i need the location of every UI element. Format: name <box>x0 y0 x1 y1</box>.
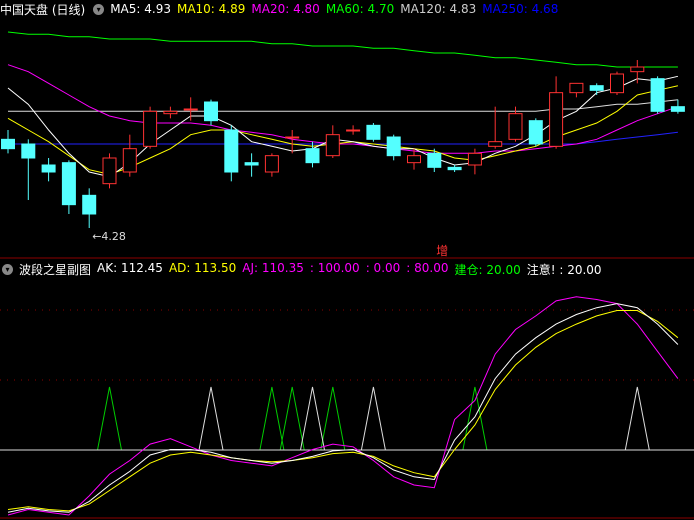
low-price-label: ←4.28 <box>92 230 126 243</box>
ak-line <box>7 303 679 513</box>
candle-down <box>1 138 15 150</box>
candle-down <box>427 152 442 168</box>
candle-down <box>447 166 462 171</box>
candle-down <box>650 78 665 112</box>
candle-down <box>528 120 543 145</box>
signal-triangle <box>259 386 285 451</box>
signal-triangle <box>279 386 305 451</box>
aj-line <box>7 296 679 516</box>
candle-down <box>82 194 97 215</box>
candle-up <box>264 155 279 173</box>
candle-down <box>670 106 685 112</box>
candle-down <box>589 85 604 91</box>
ma120-line <box>8 99 678 112</box>
candle-up <box>143 110 158 147</box>
candle-down <box>21 143 36 159</box>
signal-triangle <box>320 386 346 451</box>
candle-up <box>102 157 117 185</box>
signal-triangle <box>97 386 122 451</box>
chart-canvas[interactable]: ←4.28 增 <box>0 0 694 520</box>
candle-up <box>610 73 624 94</box>
signal-triangle <box>300 386 325 451</box>
ma250-line <box>8 131 678 145</box>
ad-line <box>7 310 679 512</box>
signal-marker: 增 <box>436 244 448 258</box>
candle-down <box>41 164 56 173</box>
candle-down <box>224 129 239 173</box>
candle-down <box>386 136 401 157</box>
candle-up <box>183 108 198 111</box>
candle-up <box>569 82 584 94</box>
candle-up <box>467 152 482 166</box>
candle-up <box>488 141 503 147</box>
signal-triangle <box>360 386 386 451</box>
candle-up <box>325 134 340 157</box>
ma60-line <box>7 31 678 68</box>
candle-up <box>508 113 523 140</box>
signal-triangle <box>462 386 488 451</box>
candle-up <box>630 66 645 73</box>
candle-up <box>163 110 178 115</box>
candle-up <box>407 155 421 164</box>
candle-down <box>305 148 320 164</box>
signal-triangle <box>624 386 650 451</box>
candle-up <box>549 92 564 147</box>
candle-down <box>204 101 218 122</box>
candle-up <box>346 129 361 132</box>
signal-triangle <box>198 386 224 451</box>
candle-down <box>61 162 76 206</box>
candle-down <box>244 162 259 166</box>
candle-up <box>122 148 137 173</box>
candle-up <box>285 136 300 139</box>
candle-down <box>366 124 381 140</box>
